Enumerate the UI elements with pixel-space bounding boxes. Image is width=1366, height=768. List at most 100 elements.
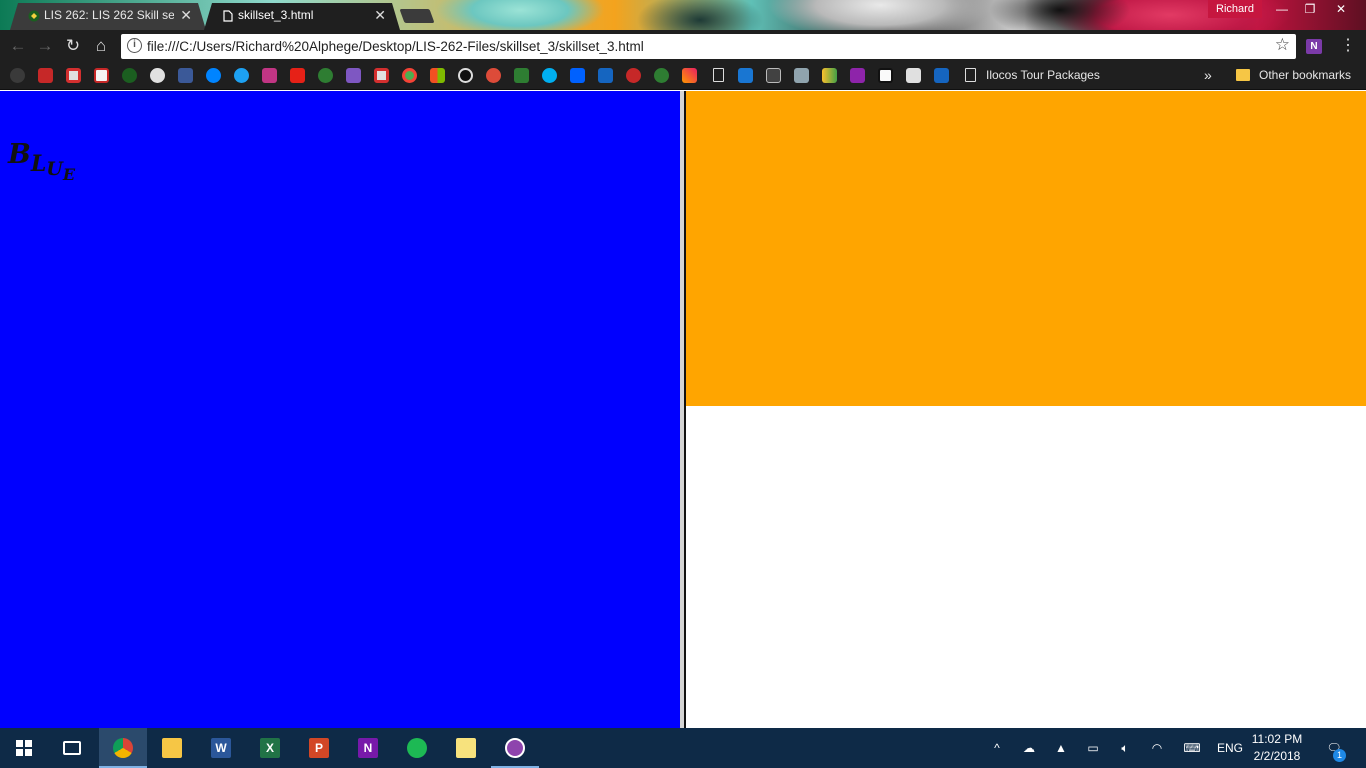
bookmark-icon[interactable]: [822, 68, 837, 83]
bookmark-icon[interactable]: [10, 68, 25, 83]
onedrive-cloud-icon[interactable]: ☁: [1018, 728, 1040, 768]
microsoft-icon[interactable]: [430, 68, 445, 83]
messenger-icon[interactable]: [206, 68, 221, 83]
bookmark-star-icon[interactable]: ☆: [1275, 35, 1290, 55]
info-icon[interactable]: i: [127, 38, 142, 53]
taskbar-excel[interactable]: X: [246, 728, 294, 768]
moodle-icon[interactable]: [122, 68, 137, 83]
google-plus-icon[interactable]: [486, 68, 501, 83]
instagram-icon[interactable]: [262, 68, 277, 83]
taskbar-spotify[interactable]: [393, 728, 441, 768]
mail-icon[interactable]: [346, 68, 361, 83]
back-arrow-icon[interactable]: ←: [7, 36, 29, 58]
bookmarks-bar: Ilocos Tour Packages » Other bookmarks: [0, 62, 1366, 90]
page-icon: [965, 68, 976, 82]
sheets-icon[interactable]: [514, 68, 529, 83]
task-view-icon: [63, 741, 81, 755]
blue-letter: U: [46, 158, 63, 180]
onenote-extension-icon[interactable]: N: [1306, 39, 1322, 54]
moodle-favicon-icon: [28, 10, 40, 22]
bookmark-icon[interactable]: [318, 68, 333, 83]
volume-icon[interactable]: 🔈︎: [1114, 728, 1136, 768]
language-indicator[interactable]: ENG: [1214, 728, 1246, 768]
bookmark-icon[interactable]: [626, 68, 641, 83]
address-bar[interactable]: i file:///C:/Users/Richard%20Alphege/Des…: [121, 34, 1296, 59]
profile-button[interactable]: Richard: [1208, 0, 1262, 18]
spotify-icon[interactable]: [458, 68, 473, 83]
excel-icon: X: [260, 738, 280, 758]
tab-close-icon[interactable]: ✕: [374, 3, 386, 28]
address-url[interactable]: file:///C:/Users/Richard%20Alphege/Deskt…: [147, 34, 644, 59]
taskbar-powerpoint[interactable]: P: [295, 728, 343, 768]
shield-icon[interactable]: [738, 68, 753, 83]
show-hidden-icons-chevron-icon[interactable]: ^: [986, 728, 1008, 768]
powerpoint-icon: P: [309, 738, 329, 758]
bookmark-icon[interactable]: [654, 68, 669, 83]
bookmark-icon[interactable]: [850, 68, 865, 83]
tab-label: skillset_3.html: [238, 8, 314, 22]
gmail-icon[interactable]: [374, 68, 389, 83]
new-tab-button[interactable]: [399, 9, 435, 23]
blue-letter: L: [30, 151, 47, 177]
github-icon[interactable]: [150, 68, 165, 83]
folder-icon: [162, 738, 182, 758]
chrome-store-icon[interactable]: [402, 68, 417, 83]
dropbox-icon[interactable]: [570, 68, 585, 83]
bookmarks-overflow-chevron-icon[interactable]: »: [1204, 62, 1212, 89]
clock[interactable]: 11:02 PM 2/2/2018: [1248, 731, 1306, 765]
taskbar-file-explorer[interactable]: [148, 728, 196, 768]
taskbar-github-desktop[interactable]: [491, 728, 539, 768]
home-icon[interactable]: ⌂: [90, 36, 112, 58]
gmail-icon[interactable]: [38, 68, 53, 83]
forward-arrow-icon[interactable]: →: [34, 36, 56, 58]
twitter-icon[interactable]: [234, 68, 249, 83]
browser-menu-icon[interactable]: ⋮: [1340, 36, 1356, 58]
spotify-icon: [407, 738, 427, 758]
close-window-button[interactable]: ✕: [1326, 0, 1356, 18]
google-drive-icon[interactable]: ▲: [1050, 728, 1072, 768]
tab-close-icon[interactable]: ✕: [180, 3, 192, 28]
bookmark-ilocos-tour-packages[interactable]: Ilocos Tour Packages: [986, 62, 1100, 89]
github-desktop-icon: [505, 738, 525, 758]
other-bookmarks[interactable]: Other bookmarks: [1259, 62, 1351, 89]
minimize-button[interactable]: —: [1268, 0, 1296, 18]
taskbar-chrome[interactable]: [99, 728, 147, 768]
battery-icon[interactable]: ▭: [1082, 728, 1104, 768]
windows-taskbar: W X P N ^ ☁ ▲ ▭ 🔈︎ ◠ ⌨ ENG 11:02 PM 2/2/…: [0, 728, 1366, 768]
browser-title-bar: LIS 262: LIS 262 Skill sets ✕ skillset_3…: [0, 0, 1366, 30]
tab-skillset-3[interactable]: skillset_3.html ✕: [204, 3, 400, 30]
taskbar-word[interactable]: W: [197, 728, 245, 768]
start-button[interactable]: [0, 728, 48, 768]
word-icon: W: [211, 738, 231, 758]
page-viewport: BLUE: [0, 91, 1366, 728]
page-favicon-icon: [222, 10, 234, 22]
clock-time: 11:02 PM: [1251, 732, 1303, 746]
taskbar-sticky-notes[interactable]: [442, 728, 490, 768]
task-view-button[interactable]: [48, 728, 96, 768]
bookmark-icon[interactable]: [934, 68, 949, 83]
tab-lis-262[interactable]: LIS 262: LIS 262 Skill sets ✕: [10, 3, 206, 30]
page-icon[interactable]: [713, 68, 724, 82]
bookmark-icon[interactable]: [794, 68, 809, 83]
bookmark-icon[interactable]: [766, 68, 781, 83]
onenote-icon: N: [358, 738, 378, 758]
bookmark-icon[interactable]: [906, 68, 921, 83]
white-panel: [686, 406, 1366, 728]
mail-icon[interactable]: [66, 68, 81, 83]
blue-letter: B: [8, 139, 31, 170]
taskbar-onenote[interactable]: N: [344, 728, 392, 768]
bookmark-icon[interactable]: [682, 68, 697, 83]
youtube-icon[interactable]: [290, 68, 305, 83]
bookmark-icon[interactable]: [598, 68, 613, 83]
shield-icon[interactable]: [94, 68, 109, 83]
restore-button[interactable]: ❐: [1296, 0, 1324, 18]
facebook-icon[interactable]: [178, 68, 193, 83]
skype-icon[interactable]: [542, 68, 557, 83]
keyboard-icon[interactable]: ⌨: [1178, 728, 1206, 768]
bookmark-icon[interactable]: [878, 68, 893, 83]
wifi-icon[interactable]: ◠: [1146, 728, 1168, 768]
tab-label: LIS 262: LIS 262 Skill sets: [44, 8, 174, 22]
chrome-icon: [113, 738, 133, 758]
action-center-button[interactable]: 🗨︎ 1: [1320, 728, 1348, 768]
reload-icon[interactable]: ↻: [62, 36, 84, 58]
